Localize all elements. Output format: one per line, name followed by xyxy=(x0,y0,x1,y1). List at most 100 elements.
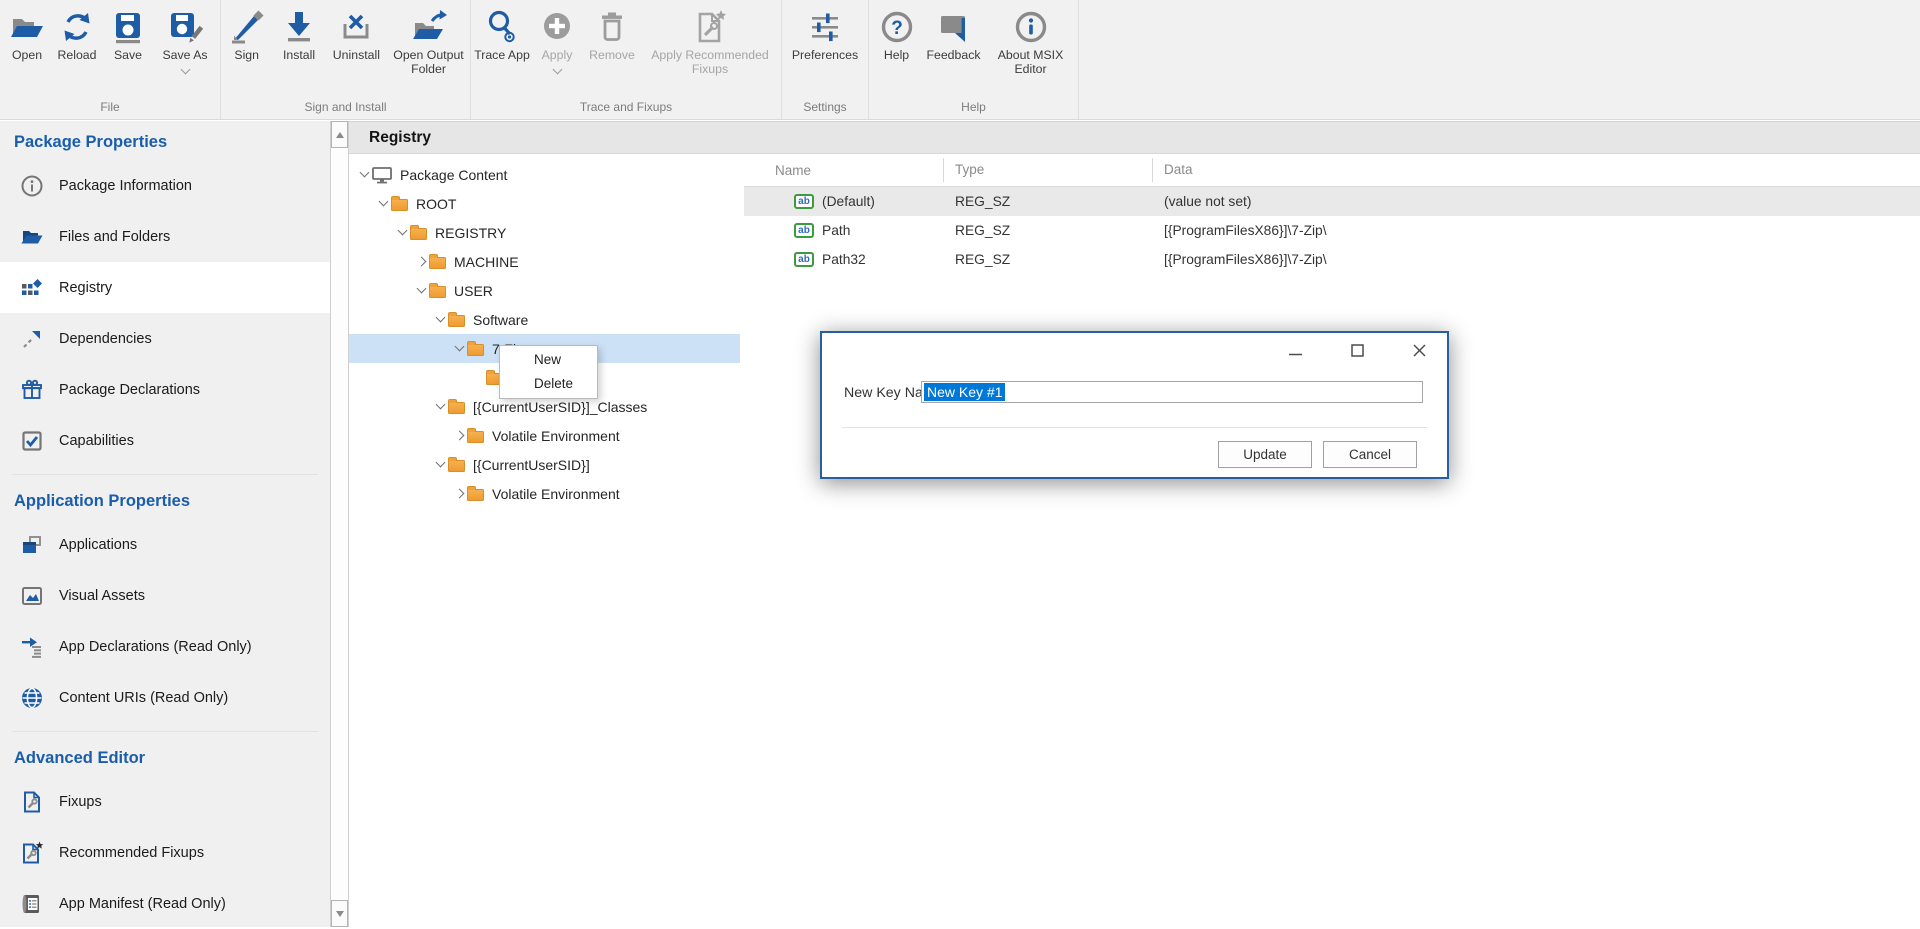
tree-node-label: USER xyxy=(454,283,493,299)
context-menu-item-delete[interactable]: Delete xyxy=(500,372,597,396)
tree-row-registry[interactable]: REGISTRY xyxy=(349,218,740,247)
sidebar-item-files-and-folders[interactable]: Files and Folders xyxy=(0,211,330,262)
tree-row-user[interactable]: USER xyxy=(349,276,740,305)
sidebar-item-capabilities[interactable]: Capabilities xyxy=(0,415,330,466)
tree-row-volatile-environment-2[interactable]: Volatile Environment xyxy=(349,479,740,508)
chevron-down-icon[interactable] xyxy=(378,197,388,207)
context-menu-item-new[interactable]: New xyxy=(500,348,597,372)
preferences-button-label: Preferences xyxy=(792,49,858,63)
cancel-button[interactable]: Cancel xyxy=(1323,441,1417,468)
column-header-data[interactable]: Data xyxy=(1152,158,1920,182)
apply-button-label: Apply xyxy=(542,49,573,63)
save-as-button[interactable]: Save As xyxy=(153,6,217,73)
tree-node-label: Package Content xyxy=(400,167,507,183)
sidebar-item-recommended-fixups[interactable]: Recommended Fixups xyxy=(0,827,330,878)
page-title: Registry xyxy=(369,129,431,147)
chevron-right-icon[interactable] xyxy=(454,431,464,441)
sidebar-item-registry[interactable]: Registry xyxy=(0,262,330,313)
ribbon-group-trace-fixups: Trace App Apply Remove Apply Recommend xyxy=(471,0,782,119)
sign-button[interactable]: Sign xyxy=(221,6,272,63)
registry-values-table: Name Type Data (Default) REG_SZ (value n… xyxy=(744,154,1920,927)
value-name: Path32 xyxy=(822,252,866,267)
ribbon-group-trace-fixups-label: Trace and Fixups xyxy=(471,100,781,119)
preferences-button[interactable]: Preferences xyxy=(785,6,865,63)
apply-dropdown-chevron-icon[interactable] xyxy=(552,64,562,74)
tree-row-package-content[interactable]: Package Content xyxy=(349,160,740,189)
context-menu: New Delete xyxy=(499,345,598,399)
sidebar-item-visual-assets[interactable]: Visual Assets xyxy=(0,570,330,621)
save-as-dropdown-chevron-icon[interactable] xyxy=(180,64,190,74)
update-button[interactable]: Update xyxy=(1218,441,1312,468)
sidebar-item-applications[interactable]: Applications xyxy=(0,519,330,570)
sidebar-scrollbar[interactable] xyxy=(330,121,349,927)
tree-row-machine[interactable]: MACHINE xyxy=(349,247,740,276)
install-button[interactable]: Install xyxy=(272,6,325,63)
table-row[interactable]: Path REG_SZ [{ProgramFilesX86}]\7-Zip\ xyxy=(744,216,1920,245)
reload-button[interactable]: Reload xyxy=(51,6,103,63)
minimize-icon[interactable] xyxy=(1288,343,1303,358)
close-icon[interactable] xyxy=(1412,343,1427,358)
uninstall-icon xyxy=(337,8,375,46)
sidebar-item-label: App Manifest (Read Only) xyxy=(59,896,226,912)
sidebar-item-label: Registry xyxy=(59,280,112,296)
scrollbar-down-arrow[interactable] xyxy=(331,900,348,927)
doc-wrench-icon xyxy=(19,790,45,814)
remove-button[interactable]: Remove xyxy=(583,6,641,63)
chevron-down-icon[interactable] xyxy=(435,458,445,468)
globe-icon xyxy=(19,686,45,710)
about-msix-editor-button[interactable]: About MSIX Editor xyxy=(987,6,1075,76)
feedback-button[interactable]: Feedback xyxy=(921,6,987,63)
sidebar-item-label: Recommended Fixups xyxy=(59,845,204,861)
chevron-right-icon[interactable] xyxy=(416,257,426,267)
save-as-button-label: Save As xyxy=(162,49,207,63)
sidebar-item-package-information[interactable]: Package Information xyxy=(0,160,330,211)
chevron-down-icon[interactable] xyxy=(416,284,426,294)
chevron-right-icon[interactable] xyxy=(454,489,464,499)
value-type: REG_SZ xyxy=(943,223,1152,238)
manifest-doc-icon xyxy=(19,892,45,916)
tree-row-software[interactable]: Software xyxy=(349,305,740,334)
column-header-type[interactable]: Type xyxy=(943,158,1152,182)
sidebar-navigation: Package Properties Package Information F… xyxy=(0,121,330,927)
trace-app-button[interactable]: Trace App xyxy=(473,6,531,63)
apply-button[interactable]: Apply xyxy=(531,6,583,73)
tree-row-currentusersid[interactable]: [{CurrentUserSID}] xyxy=(349,450,740,479)
gift-box-icon xyxy=(19,378,45,402)
sidebar-item-fixups[interactable]: Fixups xyxy=(0,776,330,827)
sidebar-item-label: Package Information xyxy=(59,178,192,194)
feedback-bubble-icon xyxy=(935,8,973,46)
uninstall-button-label: Uninstall xyxy=(333,49,380,63)
open-output-folder-button[interactable]: Open Output Folder xyxy=(387,6,470,76)
chevron-down-icon[interactable] xyxy=(454,342,464,352)
folder-icon xyxy=(467,344,484,356)
remove-trash-icon xyxy=(593,8,631,46)
maximize-icon[interactable] xyxy=(1350,343,1365,358)
monitor-icon xyxy=(372,167,392,184)
table-row[interactable]: Path32 REG_SZ [{ProgramFilesX86}]\7-Zip\ xyxy=(744,245,1920,274)
help-button[interactable]: ? Help xyxy=(873,6,921,63)
sidebar-item-app-manifest[interactable]: App Manifest (Read Only) xyxy=(0,878,330,929)
sidebar-item-dependencies[interactable]: Dependencies xyxy=(0,313,330,364)
uninstall-button[interactable]: Uninstall xyxy=(326,6,387,63)
save-button[interactable]: Save xyxy=(103,6,153,63)
chevron-down-icon[interactable] xyxy=(435,400,445,410)
tree-node-label: ROOT xyxy=(416,196,456,212)
scrollbar-up-arrow[interactable] xyxy=(331,121,348,148)
sidebar-item-package-declarations[interactable]: Package Declarations xyxy=(0,364,330,415)
trace-app-button-label: Trace App xyxy=(474,49,530,63)
column-header-name[interactable]: Name xyxy=(744,163,943,178)
sidebar-item-app-declarations[interactable]: App Declarations (Read Only) xyxy=(0,621,330,672)
recommended-fixups-icon xyxy=(691,8,729,46)
new-key-name-input[interactable]: New Key #1 xyxy=(921,381,1423,403)
chevron-down-icon[interactable] xyxy=(359,168,369,178)
chevron-down-icon[interactable] xyxy=(397,226,407,236)
sidebar-heading-application-properties: Application Properties xyxy=(0,475,330,519)
up-triangle-icon xyxy=(336,132,344,138)
open-button[interactable]: Open xyxy=(3,6,51,63)
apply-recommended-fixups-button[interactable]: Apply Recommended Fixups xyxy=(641,6,779,76)
chevron-down-icon[interactable] xyxy=(435,313,445,323)
tree-row-root[interactable]: ROOT xyxy=(349,189,740,218)
table-row[interactable]: (Default) REG_SZ (value not set) xyxy=(744,187,1920,216)
tree-row-volatile-environment[interactable]: Volatile Environment xyxy=(349,421,740,450)
sidebar-item-content-uris[interactable]: Content URIs (Read Only) xyxy=(0,672,330,723)
